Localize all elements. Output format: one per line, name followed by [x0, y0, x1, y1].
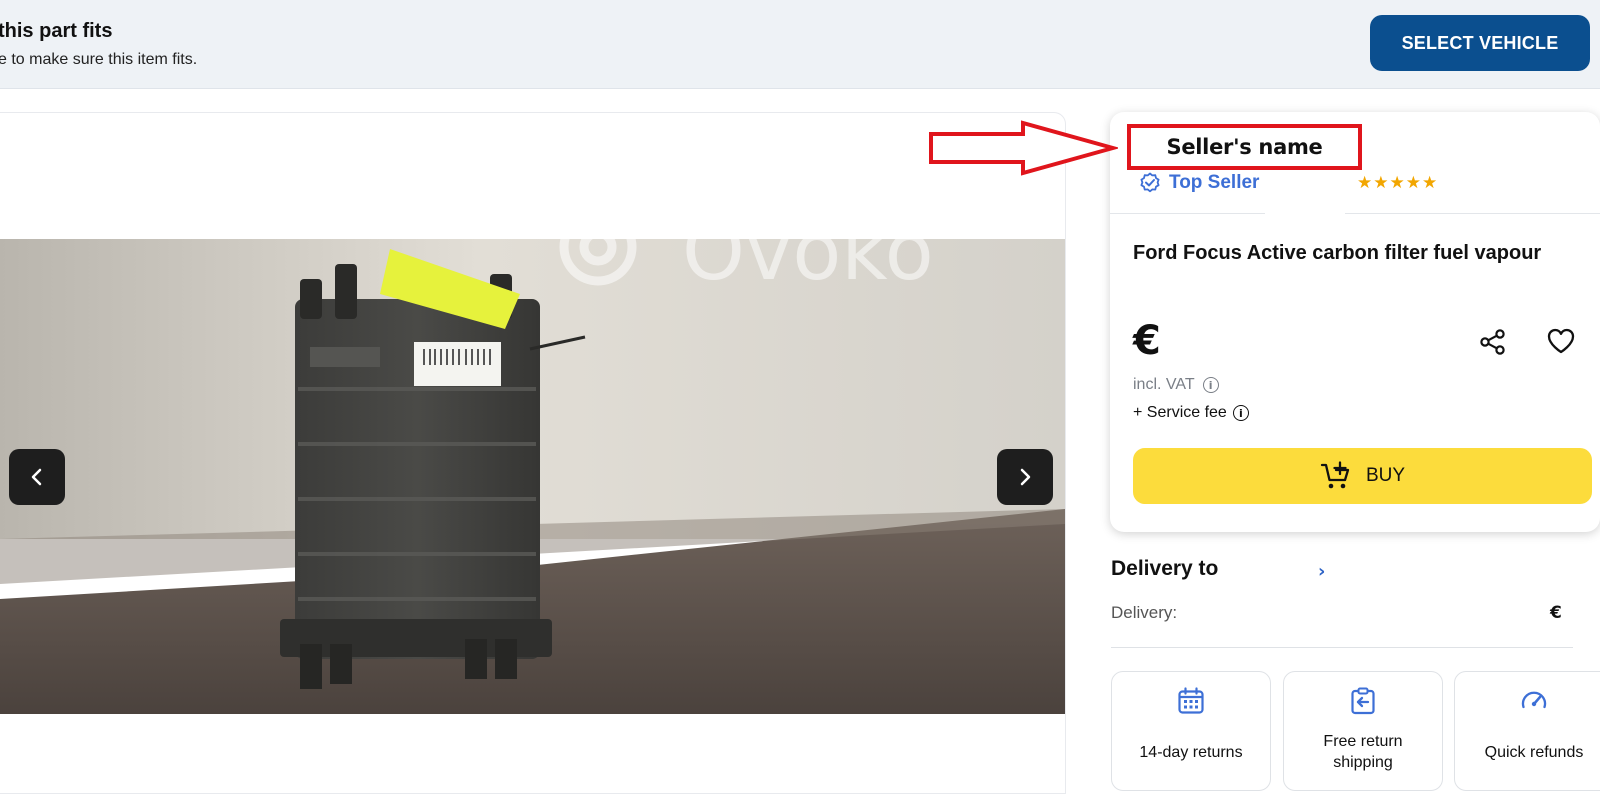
benefit-card-refunds[interactable]: Quick refunds — [1454, 671, 1600, 791]
top-seller-label: Top Seller — [1169, 172, 1260, 193]
buy-label: BUY — [1365, 465, 1406, 486]
calendar-icon — [1178, 687, 1204, 714]
benefit-card-free-return[interactable]: Free return shipping — [1283, 671, 1443, 791]
benefit-label: 14-day returns — [1139, 743, 1243, 761]
card-divider — [1110, 213, 1600, 214]
chevron-right-icon[interactable]: › — [1318, 561, 1325, 582]
top-seller-badge[interactable]: Top Seller — [1139, 172, 1259, 194]
delivery-label: Delivery: — [1111, 603, 1178, 622]
speedometer-icon — [1521, 691, 1547, 709]
product-price: € — [1133, 318, 1161, 364]
buy-button[interactable]: BUY — [1133, 448, 1592, 504]
gallery-prev-button[interactable] — [9, 449, 65, 505]
delivery-divider — [1111, 647, 1573, 648]
service-fee-info: + Service fee i — [1133, 404, 1249, 422]
verified-badge-icon — [1140, 172, 1160, 193]
return-box-icon — [1351, 687, 1375, 715]
benefit-card-returns[interactable]: 14-day returns — [1111, 671, 1271, 791]
gallery-next-button[interactable] — [997, 449, 1053, 505]
info-icon[interactable]: i — [1202, 377, 1219, 393]
watermark-text: Ovoko — [682, 239, 934, 298]
share-icon[interactable] — [1479, 328, 1507, 356]
chevron-left-icon — [31, 468, 42, 486]
favorite-heart-icon[interactable] — [1546, 327, 1576, 355]
seller-name-annotation: Seller's name — [1127, 124, 1362, 170]
benefit-label: Quick refunds — [1484, 743, 1584, 761]
vehicle-fit-banner: this part fits e to make sure this item … — [0, 0, 1600, 89]
add-to-cart-icon — [1320, 461, 1350, 489]
product-gallery: Ovoko — [0, 112, 1066, 794]
fit-banner-title: this part fits — [0, 20, 113, 42]
vat-label: incl. VAT — [1133, 376, 1195, 393]
annotation-arrow-icon — [929, 120, 1118, 176]
product-photo[interactable]: Ovoko — [0, 239, 1065, 714]
vat-info: incl. VAT i — [1133, 376, 1219, 394]
product-photo-image: Ovoko — [0, 239, 1065, 714]
info-icon[interactable]: i — [1232, 405, 1249, 421]
service-fee-label: + Service fee — [1133, 404, 1227, 421]
product-title: Ford Focus Active carbon filter fuel vap… — [1133, 242, 1542, 264]
benefit-label: Free return shipping — [1323, 733, 1403, 771]
select-vehicle-button[interactable]: SELECT VEHICLE — [1370, 15, 1590, 71]
delivery-price: € — [1550, 603, 1562, 623]
delivery-title: Delivery to — [1111, 557, 1219, 580]
card-divider-gap — [1265, 209, 1345, 217]
seller-rating-stars: ★★★★★ — [1357, 173, 1439, 192]
chevron-right-icon — [1020, 468, 1031, 486]
fit-banner-subtitle: e to make sure this item fits. — [0, 51, 198, 68]
